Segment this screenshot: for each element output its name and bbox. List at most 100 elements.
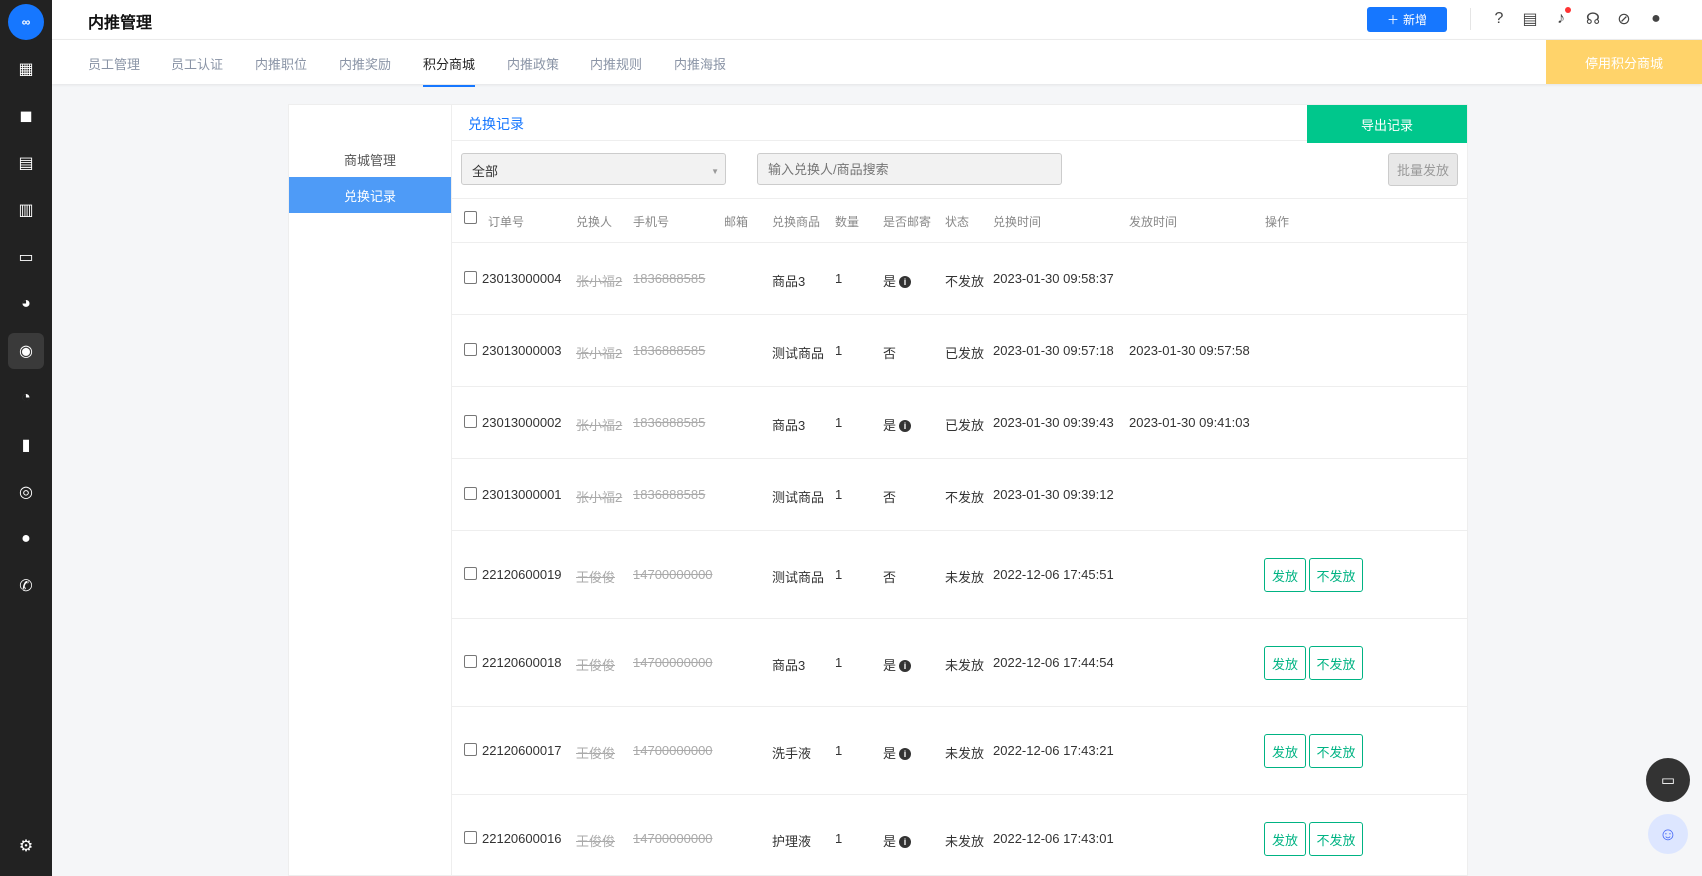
info-icon[interactable]: i xyxy=(899,276,912,288)
phone-icon[interactable]: ✆ xyxy=(8,568,44,604)
export-records-button[interactable]: 导出记录 xyxy=(1307,105,1467,143)
header-phone: 手机号 xyxy=(633,215,670,229)
row-checkbox[interactable] xyxy=(464,831,477,844)
cell-status: 未发放 xyxy=(945,831,984,850)
notes-icon[interactable]: ▤ xyxy=(1519,8,1541,30)
user-circle-icon[interactable]: ◎ xyxy=(8,474,44,510)
info-icon[interactable]: i xyxy=(899,660,912,672)
cell-product-text: 测试商品 xyxy=(772,570,825,585)
row-checkbox[interactable] xyxy=(464,487,477,500)
top-header: 内推管理 ＋ 新增 ? ▤ ♪ ☊ ⊘ ● xyxy=(52,0,1702,40)
add-new-button[interactable]: ＋ 新增 xyxy=(1367,7,1447,32)
assistant-robot-icon[interactable]: ☺ xyxy=(1648,814,1688,854)
cell-order-no: 23013000001 xyxy=(482,487,562,502)
cell-quantity-text: 1 xyxy=(835,567,843,582)
cell-product-text: 测试商品 xyxy=(772,490,825,505)
table-row: 22120600018 王俊俊 14700000000 商品3 1 是 i 未发放 2022-1… xyxy=(452,619,1467,707)
briefcase-icon[interactable]: ◼ xyxy=(8,98,44,134)
info-icon[interactable]: i xyxy=(899,748,912,760)
cell-order-no: 22120600016 xyxy=(482,831,562,846)
cell-order-no-text: 23013000002 xyxy=(482,415,562,430)
calendar-icon[interactable]: ▥ xyxy=(8,192,44,228)
tab-employee-management[interactable]: 员工管理 xyxy=(88,54,140,85)
tab-referral-rewards[interactable]: 内推奖励 xyxy=(339,54,391,85)
info-icon[interactable]: i xyxy=(899,420,912,432)
row-checkbox[interactable] xyxy=(464,655,477,668)
cell-exchange-time-text: 2022-12-06 17:45:51 xyxy=(993,567,1114,582)
row-checkbox[interactable] xyxy=(464,415,477,428)
cell-mail: 否 xyxy=(883,343,896,362)
issue-button[interactable]: 发放 xyxy=(1264,558,1306,592)
status-filter-select[interactable]: 全部 ▼ xyxy=(461,153,726,185)
cell-quantity-text: 1 xyxy=(835,343,843,358)
issue-button[interactable]: 发放 xyxy=(1264,822,1306,856)
cell-order-no: 23013000004 xyxy=(482,271,562,286)
wechat-icon[interactable]: ◕ xyxy=(8,286,44,322)
reject-button[interactable]: 不发放 xyxy=(1309,558,1363,592)
bell-icon[interactable]: ♪ xyxy=(1550,7,1572,30)
tab-points-mall[interactable]: 积分商城 xyxy=(423,54,476,87)
reject-button[interactable]: 不发放 xyxy=(1309,734,1363,768)
header-status: 状态 xyxy=(945,215,970,229)
row-checkbox[interactable] xyxy=(464,271,477,284)
cell-status-text: 未发放 xyxy=(945,746,985,761)
cell-phone-text: 1836888585 xyxy=(633,487,706,502)
reject-button[interactable]: 不发放 xyxy=(1309,646,1363,680)
panel-header: 兑换记录 导出记录 xyxy=(452,105,1467,143)
cell-quantity-text: 1 xyxy=(835,831,843,846)
row-checkbox[interactable] xyxy=(464,567,477,580)
pie-chart-icon[interactable]: ◔ xyxy=(8,380,44,416)
select-all-checkbox[interactable] xyxy=(464,211,477,224)
side-item-mall-management[interactable]: 商城管理 xyxy=(289,141,451,177)
row-checkbox[interactable] xyxy=(464,743,477,756)
cell-status-text: 未发放 xyxy=(945,570,985,585)
batch-issue-button[interactable]: 批量发放 xyxy=(1388,153,1458,186)
notification-dot xyxy=(1565,7,1571,13)
cell-exchanger: 王俊俊 xyxy=(576,567,615,586)
chat-icon[interactable]: ▭ xyxy=(1646,758,1690,802)
panel-title: 兑换记录 xyxy=(468,116,524,132)
settings-icon[interactable]: ⚙ xyxy=(8,828,44,864)
cell-exchanger-text: 张小福2 xyxy=(576,274,623,289)
cell-quantity: 1 xyxy=(835,487,842,502)
cell-exchange-time: 2023-01-30 09:39:12 xyxy=(993,487,1114,502)
tab-referral-rules[interactable]: 内推规则 xyxy=(590,54,642,85)
disable-points-mall-button[interactable]: 停用积分商城 xyxy=(1546,40,1702,84)
row-checkbox[interactable] xyxy=(464,343,477,356)
cell-exchange-time: 2022-12-06 17:45:51 xyxy=(993,567,1114,582)
tab-referral-poster[interactable]: 内推海报 xyxy=(674,54,726,85)
card-side-nav: 商城管理 兑换记录 xyxy=(289,141,451,213)
search-input[interactable] xyxy=(757,153,1062,185)
cell-product-text: 测试商品 xyxy=(772,346,825,361)
side-item-exchange-records[interactable]: 兑换记录 xyxy=(289,177,451,213)
issue-button[interactable]: 发放 xyxy=(1264,646,1306,680)
cell-mail: 是i xyxy=(883,655,912,674)
tab-employee-certification[interactable]: 员工认证 xyxy=(171,54,223,85)
cell-phone-text: 1836888585 xyxy=(633,343,706,358)
app-logo[interactable]: ∞ xyxy=(8,4,44,40)
reject-button[interactable]: 不发放 xyxy=(1309,822,1363,856)
tab-referral-positions[interactable]: 内推职位 xyxy=(255,54,307,85)
cell-status-text: 不发放 xyxy=(945,274,985,289)
id-card-icon[interactable]: ▭ xyxy=(8,239,44,275)
header-divider xyxy=(1470,8,1471,30)
cell-exchanger: 张小福2 xyxy=(576,343,622,362)
cell-mail-text: 是 xyxy=(883,834,897,849)
dashboard-icon[interactable]: ▦ xyxy=(8,51,44,87)
cell-order-no: 22120600019 xyxy=(482,567,562,582)
info-icon[interactable]: i xyxy=(899,836,912,848)
tab-referral-policy[interactable]: 内推政策 xyxy=(507,54,559,85)
issue-button[interactable]: 发放 xyxy=(1264,734,1306,768)
cell-exchange-time-text: 2022-12-06 17:43:01 xyxy=(993,831,1114,846)
account-icon[interactable]: ● xyxy=(1645,8,1667,30)
team-icon[interactable]: ● xyxy=(8,521,44,557)
help-icon[interactable]: ? xyxy=(1488,8,1510,30)
document-icon[interactable]: ▤ xyxy=(8,145,44,181)
compass-icon[interactable]: ⊘ xyxy=(1613,8,1635,30)
table-row: 22120600019 王俊俊 14700000000 测试商品 1 否 未发放 2022-1… xyxy=(452,531,1467,619)
cell-exchange-time: 2023-01-30 09:39:43 xyxy=(993,415,1114,430)
bar-chart-icon[interactable]: ▮ xyxy=(8,427,44,463)
support-icon[interactable]: ☊ xyxy=(1582,8,1604,30)
referral-icon[interactable]: ◉ xyxy=(8,333,44,369)
table-header: 订单号 兑换人 手机号 邮箱 兑换商品 数量 是否邮寄 状态 兑换时间 发放时间… xyxy=(452,199,1467,243)
